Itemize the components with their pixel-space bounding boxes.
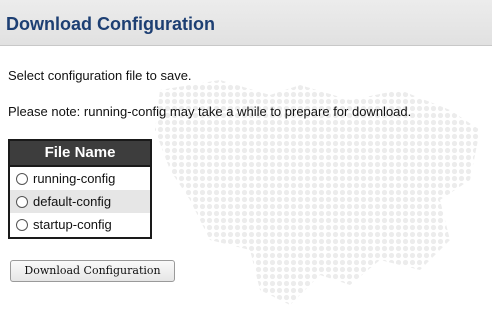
download-note: Please note: running-config may take a w… (8, 104, 412, 119)
instruction-text: Select configuration file to save. (8, 68, 192, 83)
page-title: Download Configuration (6, 14, 215, 34)
file-name-header: File Name (10, 141, 150, 167)
option-label: running-config (33, 171, 116, 186)
page-header: Download Configuration (0, 0, 492, 46)
option-default-config[interactable]: default-config (10, 190, 150, 213)
radio-default-config[interactable] (16, 195, 28, 208)
option-running-config[interactable]: running-config (10, 167, 150, 190)
radio-running-config[interactable] (16, 172, 28, 185)
download-configuration-button[interactable]: Download Configuration (10, 260, 175, 282)
radio-startup-config[interactable] (16, 218, 28, 231)
option-label: default-config (33, 194, 112, 209)
option-startup-config[interactable]: startup-config (10, 213, 150, 236)
option-label: startup-config (33, 217, 112, 232)
file-name-table: File Name running-config default-config … (8, 139, 152, 239)
